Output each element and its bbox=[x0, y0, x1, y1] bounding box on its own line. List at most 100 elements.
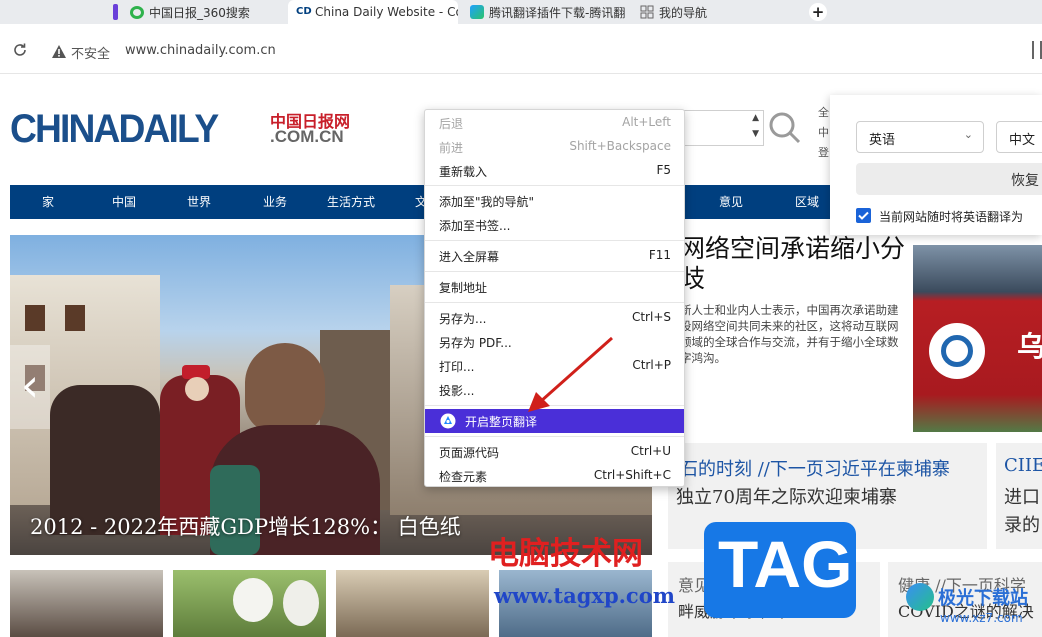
menu-separator bbox=[425, 302, 684, 303]
new-tab-button[interactable]: + bbox=[809, 3, 827, 21]
side-story-image[interactable]: 乌 bbox=[913, 245, 1042, 432]
menu-item-label: 另存为... bbox=[439, 312, 487, 326]
thumb-1[interactable] bbox=[10, 570, 163, 637]
tab-china-daily[interactable]: CD China Daily Website - Co bbox=[288, 0, 458, 24]
menu-item-fullscreen[interactable]: 进入全屏幕 F11 bbox=[425, 244, 684, 268]
tab-strip: 中国日报_360搜索 CD China Daily Website - Co 腾… bbox=[0, 0, 1042, 24]
menu-item-shortcut: Ctrl+Shift+C bbox=[593, 468, 671, 482]
tab-360-search[interactable]: 中国日报_360搜索 bbox=[122, 0, 284, 24]
plus-icon: + bbox=[811, 3, 825, 21]
menu-item-label: 后退 bbox=[439, 117, 464, 131]
menu-item-label: 另存为 PDF... bbox=[439, 336, 512, 350]
grid-icon bbox=[640, 5, 654, 19]
360-search-icon bbox=[130, 5, 144, 19]
china-daily-icon: CD bbox=[296, 6, 312, 17]
menu-item-forward[interactable]: 前进 Shift+Backspace bbox=[425, 135, 684, 159]
url-field[interactable]: www.chinadaily.com.cn bbox=[125, 43, 276, 58]
watermark-site-url: www.tagxp.com bbox=[494, 583, 675, 608]
context-menu: 后退 Alt+Left 前进 Shift+Backspace 重新载入 F5 添… bbox=[424, 109, 685, 487]
menu-item-label: 前进 bbox=[439, 141, 464, 155]
source-language-value: 英语 bbox=[869, 133, 896, 148]
menu-item-shortcut: F5 bbox=[656, 163, 671, 177]
menu-item-shortcut: Alt+Left bbox=[622, 115, 671, 129]
menu-separator bbox=[425, 271, 684, 272]
auto-translate-checkbox[interactable] bbox=[856, 208, 871, 223]
chevron-down-icon: ⌄ bbox=[963, 128, 973, 141]
restore-button[interactable]: 恢复 bbox=[856, 163, 1042, 195]
right-headline-1: CIIE bbox=[1004, 455, 1042, 476]
target-language-value: 中文 bbox=[1009, 133, 1036, 148]
translate-icon bbox=[440, 413, 456, 429]
hero-prev-button[interactable]: ‹ bbox=[10, 345, 50, 429]
spin-up-icon[interactable]: ▲ bbox=[752, 113, 759, 123]
menu-item-add-bookmark[interactable]: 添加至书签... bbox=[425, 213, 684, 237]
nav-lifestyle[interactable]: 生活方式 bbox=[327, 185, 375, 219]
source-language-select[interactable]: 英语 ⌄ bbox=[856, 121, 984, 153]
menu-item-label: 打印... bbox=[439, 360, 475, 374]
menu-item-label: 投影... bbox=[439, 384, 475, 398]
tab-title: 中国日报_360搜索 bbox=[149, 5, 250, 20]
lead-story-title[interactable]: 网络空间承诺缩小分歧 bbox=[680, 234, 910, 294]
menu-item-add-to-nav[interactable]: 添加至"我的导航" bbox=[425, 189, 684, 213]
security-label[interactable]: 不安全 bbox=[71, 43, 110, 62]
nav-business[interactable]: 业务 bbox=[263, 185, 287, 219]
menu-item-shortcut: Shift+Backspace bbox=[569, 139, 671, 153]
chevron-left-icon: ‹ bbox=[20, 358, 40, 412]
tab-title: 我的导航 bbox=[659, 5, 708, 20]
aurora-logo-icon bbox=[906, 583, 934, 611]
translate-panel: 英语 ⌄ 中文 恢复 当前网站随时将英语翻译为 bbox=[830, 95, 1042, 235]
menu-item-copy-address[interactable]: 复制地址 bbox=[425, 275, 684, 299]
watermark-corner-name: 极光下载站 bbox=[938, 588, 1028, 609]
logo-wordmark: CHINADAILY bbox=[10, 107, 219, 151]
site-search-button[interactable] bbox=[767, 110, 803, 146]
menu-separator bbox=[425, 240, 684, 241]
nav-world[interactable]: 世界 bbox=[187, 185, 211, 219]
sidebar-toggle-icon[interactable] bbox=[1032, 41, 1042, 59]
menu-item-shortcut: F11 bbox=[648, 248, 671, 262]
header-link-3[interactable]: 登 bbox=[818, 144, 829, 160]
watermark-corner-url: www.xz7.com bbox=[940, 611, 1023, 625]
nav-opinion[interactable]: 意见 bbox=[719, 185, 743, 219]
thumb-3[interactable] bbox=[336, 570, 489, 637]
headline-line-2: 独立70周年之际欢迎柬埔寨 bbox=[676, 487, 897, 508]
menu-item-save-as[interactable]: 另存为... Ctrl+S bbox=[425, 306, 684, 330]
right-headline-3: 录的 bbox=[1004, 515, 1040, 536]
header-link-2[interactable]: 中 bbox=[818, 124, 829, 140]
menu-item-label: 页面源代码 bbox=[439, 446, 500, 460]
watermark-site-name: 电脑技术网 bbox=[488, 536, 643, 572]
menu-item-label: 检查元素 bbox=[439, 470, 488, 484]
logo-domain: .COM.CN bbox=[270, 127, 344, 146]
menu-item-shortcut: Ctrl+P bbox=[632, 358, 671, 372]
watermark-tag-badge: TAG bbox=[704, 522, 856, 618]
nav-regions[interactable]: 区域 bbox=[795, 185, 819, 219]
headline-line-1: 石的时刻 //下一页习近平在柬埔寨 bbox=[680, 459, 950, 480]
nav-china[interactable]: 中国 bbox=[112, 185, 136, 219]
right-headline-2: 进口 bbox=[1004, 487, 1040, 508]
menu-separator bbox=[425, 436, 684, 437]
target-language-select[interactable]: 中文 bbox=[996, 121, 1042, 153]
annotation-arrow-icon bbox=[528, 336, 613, 412]
thumb-2[interactable] bbox=[173, 570, 326, 637]
menu-item-shortcut: Ctrl+U bbox=[630, 444, 671, 458]
warning-icon[interactable] bbox=[52, 43, 66, 58]
nav-home[interactable]: 家 bbox=[42, 185, 54, 219]
menu-item-view-source[interactable]: 页面源代码 Ctrl+U bbox=[425, 440, 684, 464]
menu-item-reload[interactable]: 重新载入 F5 bbox=[425, 159, 684, 183]
tab-title: China Daily Website - Co bbox=[315, 5, 458, 19]
reload-icon[interactable] bbox=[12, 42, 28, 58]
menu-item-back[interactable]: 后退 Alt+Left bbox=[425, 111, 684, 135]
menu-item-inspect[interactable]: 检查元素 Ctrl+Shift+C bbox=[425, 464, 684, 488]
watermark-tag-text: TAG bbox=[718, 527, 853, 601]
menu-item-label: 复制地址 bbox=[439, 281, 488, 295]
image-text: 乌 bbox=[1017, 330, 1042, 363]
hero-caption[interactable]: 2012 - 2022年西藏GDP增长128%： 白色纸 bbox=[30, 511, 461, 541]
menu-item-shortcut: Ctrl+S bbox=[631, 310, 671, 324]
checkmark-icon bbox=[858, 211, 869, 220]
tencent-translate-icon bbox=[470, 5, 484, 19]
tab-my-nav[interactable]: 我的导航 bbox=[632, 0, 782, 24]
spin-down-icon[interactable]: ▼ bbox=[752, 129, 759, 139]
tab-tencent-translate[interactable]: 腾讯翻译插件下载-腾讯翻 bbox=[462, 0, 630, 24]
headline-card-right[interactable]: CIIE 进口 录的 bbox=[996, 443, 1042, 549]
site-search-input[interactable]: ▲ ▼ bbox=[676, 110, 764, 146]
header-link-1[interactable]: 全 bbox=[818, 104, 829, 120]
